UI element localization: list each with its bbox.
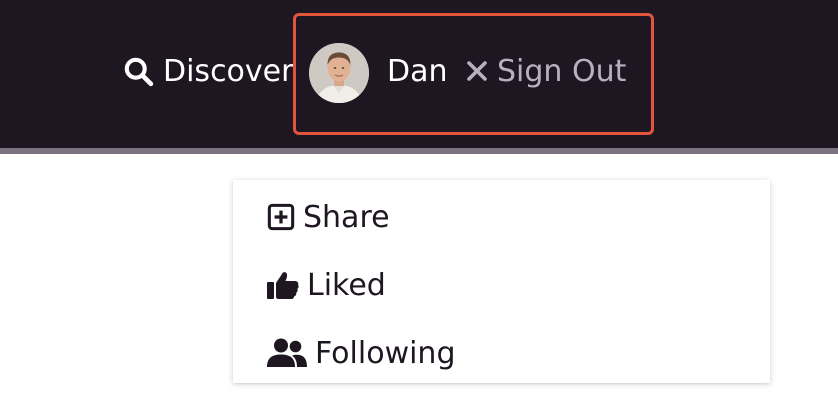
users-icon xyxy=(267,338,307,367)
user-dropdown-menu: Share Liked Following xyxy=(233,180,770,383)
menu-item-label: Share xyxy=(303,199,390,235)
sign-out-button[interactable]: Sign Out xyxy=(465,50,626,92)
menu-item-liked[interactable]: Liked xyxy=(267,265,386,305)
close-icon xyxy=(467,61,487,81)
search-icon xyxy=(124,57,154,86)
menu-item-following[interactable]: Following xyxy=(267,333,456,373)
discover-label: Discover xyxy=(163,53,294,89)
navbar-divider xyxy=(0,148,838,154)
thumbs-up-icon xyxy=(267,272,299,299)
user-name[interactable]: Dan xyxy=(387,51,448,93)
menu-item-label: Liked xyxy=(307,267,386,303)
sign-out-label: Sign Out xyxy=(497,53,627,89)
menu-item-label: Following xyxy=(315,335,456,371)
avatar-photo xyxy=(309,43,369,103)
menu-item-share[interactable]: Share xyxy=(267,197,390,237)
discover-link[interactable]: Discover xyxy=(122,50,293,92)
user-avatar[interactable] xyxy=(309,43,369,103)
plus-square-icon xyxy=(267,203,295,231)
